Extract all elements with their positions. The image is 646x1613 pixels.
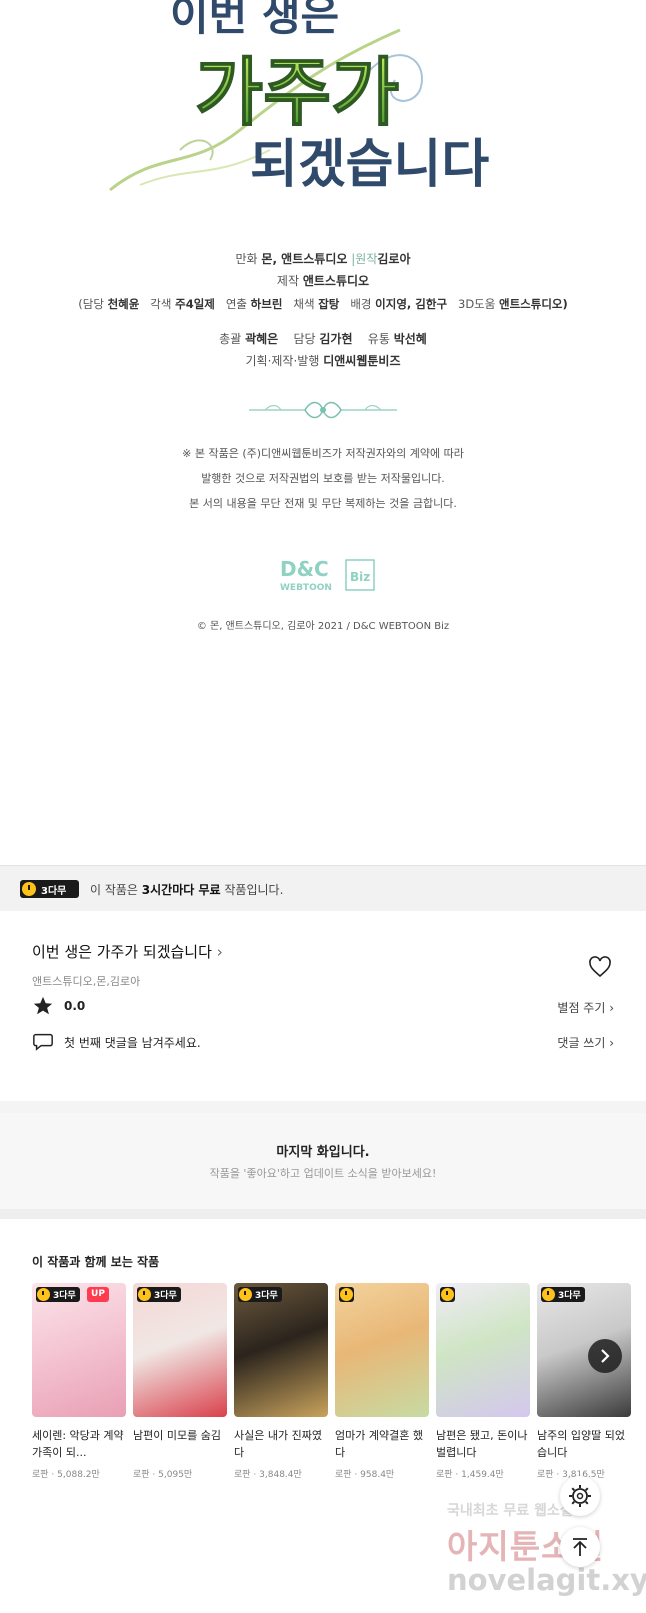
copyright-notice-line-1: ※ 본 작품은 (주)디앤씨웹툰비즈가 저작권자와의 계약에 따라 [182, 447, 464, 460]
ornament-divider [245, 398, 401, 422]
section-divider [0, 1209, 646, 1219]
wait-free-badge: 3다무 [20, 880, 79, 898]
rating-row: 0.0 별점 주기 › [32, 995, 614, 1017]
last-episode-subtext: 작품을 '좋아요'하고 업데이트 소식을 받아보세요! [209, 1167, 437, 1180]
recommended-work-thumbnail[interactable]: 3다무 UP [32, 1283, 126, 1417]
watermark-url: novelagit.xyz [447, 1563, 646, 1597]
copyright-notice-line-3: 본 서의 내용을 무단 전재 및 무단 복제하는 것을 금합니다. [189, 497, 457, 510]
chevron-right-icon [601, 1349, 610, 1363]
recommended-work-meta: 로판 · 958.4만 [335, 1470, 395, 1480]
recommended-work-card[interactable]: 남편은 됐고, 돈이나 벌렵니다로판 · 1,459.4만 [436, 1283, 530, 1480]
arrow-up-icon [573, 1538, 587, 1556]
recommended-work-card[interactable]: 3다무 UP 세이렌: 악당과 계약가족이 되... 로판 · 5,088.2만 [32, 1283, 126, 1480]
credit-line-1: 만화 몬, 앤트스튜디오 |원작김로아 [235, 252, 411, 266]
section-divider [0, 1101, 646, 1113]
recommended-work-title[interactable]: 사실은 내가 진짜였다 [234, 1427, 328, 1463]
copyright-notice-line-2: 발행한 것으로 저작권법의 보호를 받는 저작물입니다. [201, 472, 445, 485]
rating-value: 0.0 [64, 999, 86, 1013]
recommended-work-title[interactable]: 남주의 입양딸 되었습니다 [537, 1427, 631, 1463]
recommended-work-card[interactable]: 3다무 남주의 입양딸 되었습니다 로판 · 3,816.5만 [537, 1283, 631, 1480]
rate-button[interactable]: 별점 주기 › [557, 999, 614, 1016]
chevron-right-icon: › [216, 943, 223, 961]
recommended-work-meta: 로판 · 5,095만 [133, 1470, 193, 1480]
series-title-logo: 이번 생은 가주가 되겠습니다 [100, 0, 520, 210]
carousel-next-button[interactable] [588, 1339, 622, 1373]
title-line-2: 가주가 [195, 50, 399, 136]
title-line-1: 이번 생은 [170, 0, 339, 40]
credits-page: 이번 생은 가주가 되겠습니다 만화 몬, 앤트스튜디오 |원작김로아 제작 앤… [0, 0, 646, 865]
like-heart-button[interactable] [588, 955, 612, 979]
clock-icon [239, 1288, 252, 1301]
title-line-3: 되겠습니다 [250, 135, 489, 195]
recommended-work-title[interactable]: 남편은 됐고, 돈이나 벌렵니다 [436, 1427, 530, 1463]
work-title-link[interactable]: 이번 생은 가주가 되겠습니다 › [32, 941, 223, 962]
recommendations-heading: 이 작품과 함께 보는 작품 [32, 1255, 160, 1269]
recommended-work-card[interactable]: 엄마가 계약결혼 했다로판 · 958.4만 [335, 1283, 429, 1480]
wait-free-badge [339, 1287, 354, 1302]
recommended-work-title[interactable]: 세이렌: 악당과 계약가족이 되... [32, 1427, 126, 1463]
last-episode-notice: 마지막 화입니다. 작품을 '좋아요'하고 업데이트 소식을 받아보세요! [0, 1113, 646, 1209]
clock-icon [542, 1288, 555, 1301]
comment-prompt[interactable]: 첫 번째 댓글을 남겨주세요. [64, 1034, 201, 1051]
credit-line-2: 제작 앤트스튜디오 [276, 274, 370, 288]
recommended-work-thumbnail[interactable]: 3다무 [234, 1283, 328, 1417]
recommended-work-title[interactable]: 엄마가 계약결혼 했다 [335, 1427, 429, 1463]
scroll-top-button[interactable] [560, 1527, 600, 1567]
clock-icon [138, 1288, 151, 1301]
clock-icon [441, 1288, 454, 1301]
work-info-panel: 이번 생은 가주가 되겠습니다 › 앤트스튜디오,몬,김로아 0.0 별점 주기… [0, 911, 646, 1101]
watermark-tagline: 국내최초 무료 웹소설 [447, 1503, 573, 1519]
clock-icon [37, 1288, 50, 1301]
write-comment-button[interactable]: 댓글 쓰기 › [557, 1034, 614, 1051]
wait-free-badge: 3다무 [137, 1287, 181, 1302]
recommended-work-meta: 로판 · 1,459.4만 [436, 1470, 504, 1480]
recommended-work-thumbnail[interactable] [335, 1283, 429, 1417]
free-every-3-hours-banner: 3다무 이 작품은 3시간마다 무료 작품입니다. [0, 865, 646, 912]
recommended-work-thumbnail[interactable] [436, 1283, 530, 1417]
recommendations-section: 이 작품과 함께 보는 작품 3다무 UP 세이렌: 악당과 계약가족이 되... 로… [0, 1219, 646, 1499]
svg-text:WEBTOON: WEBTOON [280, 583, 332, 593]
comment-row: 첫 번째 댓글을 남겨주세요. 댓글 쓰기 › [32, 1030, 614, 1052]
comment-bubble-icon [32, 1030, 54, 1052]
credit-line-5: 기획·제작·발행 디앤씨웹툰비즈 [245, 354, 401, 368]
credit-line-3: (담당 천혜윤 각색 주4일제 연출 하브린 채색 잡탕 배경 이지영, 김한구… [78, 297, 568, 311]
dc-webtoon-logo: D&C WEBTOON Biz [278, 554, 378, 594]
recommended-work-thumbnail[interactable]: 3다무 [133, 1283, 227, 1417]
recommended-work-card[interactable]: 3다무남편이 미모를 숨김로판 · 5,095만 [133, 1283, 227, 1480]
recommended-work-title[interactable]: 남편이 미모를 숨김 [133, 1427, 227, 1463]
recommended-work-card[interactable]: 3다무사실은 내가 진짜였다로판 · 3,848.4만 [234, 1283, 328, 1480]
clock-icon [340, 1288, 353, 1301]
svg-text:D&C: D&C [280, 557, 329, 581]
wait-free-badge: 3다무 [36, 1287, 80, 1302]
work-authors: 앤트스튜디오,몬,김로아 [32, 975, 141, 988]
settings-button[interactable] [560, 1476, 600, 1516]
last-episode-heading: 마지막 화입니다. [276, 1145, 370, 1160]
wait-free-badge: 3다무 [541, 1287, 585, 1302]
update-badge: UP [87, 1287, 109, 1302]
credit-line-4: 총괄 곽혜은 담당 김가현 유통 박선혜 [219, 332, 427, 346]
heart-icon [589, 956, 611, 978]
recommended-work-meta: 로판 · 3,848.4만 [234, 1470, 302, 1480]
copyright-text: © 몬, 앤트스튜디오, 김로아 2021 / D&C WEBTOON Biz [196, 621, 450, 632]
star-icon [32, 995, 54, 1017]
wait-free-badge [440, 1287, 455, 1302]
gear-icon [569, 1485, 591, 1507]
free-banner-text: 이 작품은 3시간마다 무료 작품입니다. [90, 883, 284, 897]
recommended-work-meta: 로판 · 5,088.2만 [32, 1470, 100, 1480]
wait-free-badge: 3다무 [238, 1287, 282, 1302]
svg-text:Biz: Biz [350, 570, 370, 584]
clock-icon [22, 882, 36, 896]
